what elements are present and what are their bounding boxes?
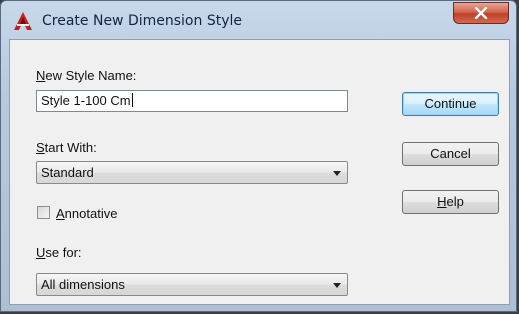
new-style-name-label: New Style Name: xyxy=(36,68,137,83)
chevron-down-icon xyxy=(333,283,341,288)
dialog-body: New Style Name: Style 1-100 Cm Start Wit… xyxy=(9,39,510,305)
use-for-label: Use for: xyxy=(36,245,82,260)
dialog-title: Create New Dimension Style xyxy=(42,13,242,29)
start-with-value: Standard xyxy=(41,165,94,180)
title-bar[interactable]: Create New Dimension Style xyxy=(1,1,516,39)
continue-button[interactable]: Continue xyxy=(402,92,499,116)
annotative-label[interactable]: Annotative xyxy=(56,206,117,221)
annotative-checkbox[interactable] xyxy=(37,206,50,219)
text-caret xyxy=(131,93,133,107)
use-for-value: All dimensions xyxy=(41,277,125,292)
new-style-name-value: Style 1-100 Cm xyxy=(41,93,131,108)
new-style-name-input[interactable]: Style 1-100 Cm xyxy=(36,90,348,112)
start-with-dropdown[interactable]: Standard xyxy=(36,161,348,184)
chevron-down-icon xyxy=(333,171,341,176)
help-button[interactable]: Help xyxy=(402,190,499,214)
dialog-window: Create New Dimension Style New Style Nam… xyxy=(0,0,517,312)
use-for-dropdown[interactable]: All dimensions xyxy=(36,273,348,296)
cancel-button[interactable]: Cancel xyxy=(402,142,499,166)
start-with-label: Start With: xyxy=(36,140,97,155)
close-button[interactable] xyxy=(453,2,509,24)
app-logo-icon xyxy=(14,12,32,30)
close-icon xyxy=(474,7,488,19)
